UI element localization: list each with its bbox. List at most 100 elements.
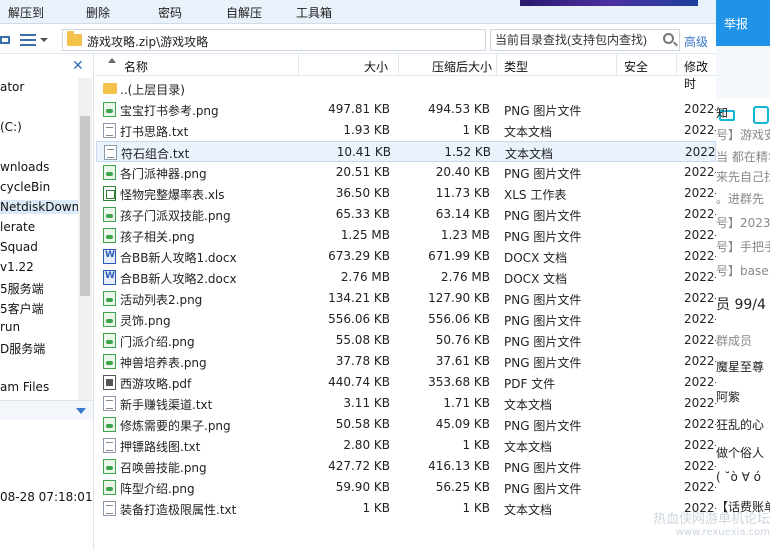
column-size[interactable]: 大小 — [364, 58, 388, 75]
file-size: 134.21 KB — [328, 291, 390, 305]
tree-item[interactable]: 5服务端 — [0, 280, 44, 297]
file-name: 召唤兽技能.png — [120, 461, 207, 475]
file-type: PNG 图片文件 — [504, 293, 582, 307]
file-row[interactable]: 打书思路.txt 1.93 KB 1 KB 文本文档 2022- — [96, 120, 716, 141]
column-type[interactable]: 类型 — [504, 58, 528, 75]
column-name[interactable]: 名称 — [124, 58, 148, 75]
tree-item[interactable]: cycleBin — [0, 180, 50, 194]
chevron-down-icon[interactable] — [76, 408, 86, 414]
file-compressed: 63.14 KB — [435, 207, 490, 221]
png-file-icon — [103, 291, 116, 306]
file-row[interactable]: 押镖路线图.txt 2.80 KB 1 KB 文本文档 2022- — [96, 435, 716, 456]
file-type: PNG 图片文件 — [504, 104, 582, 118]
report-button[interactable]: 举报 — [724, 15, 748, 32]
tree-item[interactable]: ator — [0, 80, 24, 94]
column-compressed-size[interactable]: 压缩后大小 — [432, 58, 492, 75]
file-row[interactable]: 宝宝打书参考.png 497.81 KB 494.53 KB PNG 图片文件 2022… — [96, 99, 716, 120]
file-name: 阵型介绍.png — [120, 482, 195, 496]
file-type: DOCX 文档 — [504, 251, 568, 265]
docx-file-icon — [103, 249, 116, 264]
tree-item[interactable]: am Files — [0, 380, 49, 394]
tree-item[interactable]: D服务端 — [0, 340, 45, 357]
tree-item[interactable]: run — [0, 320, 20, 334]
file-modified: 2022- — [685, 145, 716, 159]
file-type: PNG 图片文件 — [504, 230, 582, 244]
file-row[interactable]: 孩子相关.png 1.25 MB 1.23 MB PNG 图片文件 2022- — [96, 225, 716, 246]
file-row[interactable]: 符石组合.txt 10.41 KB 1.52 KB 文本文档 2022- — [96, 141, 716, 162]
file-size: 50.58 KB — [335, 417, 390, 431]
tree-item[interactable]: NetdiskDownl — [0, 200, 83, 214]
file-size: 65.33 KB — [335, 207, 390, 221]
file-row[interactable]: 神兽培养表.png 37.78 KB 37.61 KB PNG 图片文件 2022- — [96, 351, 716, 372]
file-type: PNG 图片文件 — [504, 356, 582, 370]
column-security[interactable]: 安全 — [624, 58, 648, 75]
tree-item[interactable]: v1.22 — [0, 260, 34, 274]
file-row[interactable]: 西游攻略.pdf 440.74 KB 353.68 KB PDF 文件 2022- — [96, 372, 716, 393]
file-type: XLS 工作表 — [504, 188, 567, 202]
pdf-file-icon — [103, 375, 116, 390]
view-icon[interactable] — [0, 32, 12, 46]
file-size: 427.72 KB — [328, 459, 390, 473]
file-name: 怪物完整爆率表.xls — [120, 188, 225, 202]
close-icon[interactable]: ✕ — [72, 58, 84, 74]
self-extract-button[interactable]: 自解压 — [226, 4, 262, 21]
list-view-icon[interactable] — [20, 34, 48, 46]
extract-to-button[interactable]: 解压到 — [8, 4, 44, 21]
file-type: 文本文档 — [504, 125, 553, 139]
chat-line: 号】base.a — [716, 264, 770, 278]
tree-item[interactable]: Squad — [0, 240, 38, 254]
file-modified: 2022- — [684, 102, 716, 116]
file-row[interactable]: 阵型介绍.png 59.90 KB 56.25 KB PNG 图片文件 2022- — [96, 477, 716, 498]
delete-button[interactable]: 删除 — [86, 4, 110, 21]
address-path: 游戏攻略.zip\游戏攻略 — [87, 35, 209, 49]
file-compressed: 2.76 MB — [440, 270, 490, 284]
search-box[interactable] — [490, 29, 680, 51]
file-list: 名称 大小 压缩后大小 类型 安全 修改时 ..(上层目录) 宝宝打书参考.pn… — [96, 54, 716, 550]
address-row: 游戏攻略.zip\游戏攻略 高级 — [0, 26, 716, 54]
file-compressed: 1 KB — [462, 501, 490, 515]
tree-item[interactable]: wnloads — [0, 160, 49, 174]
file-size: 440.74 KB — [328, 375, 390, 389]
file-row[interactable]: 合BB新人攻略2.docx 2.76 MB 2.76 MB DOCX 文档 2022- — [96, 267, 716, 288]
file-modified: 2022- — [684, 333, 716, 347]
search-icon[interactable] — [663, 33, 674, 44]
watermark: 热血侠网游单机论坛 www.rexuexia.com — [648, 508, 770, 538]
file-type: 文本文档 — [504, 398, 553, 412]
promo-banner — [520, 0, 698, 6]
txt-file-icon — [103, 501, 116, 516]
file-row[interactable]: 装备打造极限属性.txt 1 KB 1 KB 文本文档 2022- — [96, 498, 716, 519]
file-name: 孩子门派双技能.png — [120, 209, 231, 223]
tree-item[interactable]: (C:) — [0, 120, 22, 134]
file-row[interactable]: 怪物完整爆率表.xls 36.50 KB 11.73 KB XLS 工作表 2022- — [96, 183, 716, 204]
file-row[interactable]: 修炼需要的果子.png 50.58 KB 45.09 KB PNG 图片文件 2022- — [96, 414, 716, 435]
file-row[interactable]: 活动列表2.png 134.21 KB 127.90 KB PNG 图片文件 2022- — [96, 288, 716, 309]
png-file-icon — [103, 102, 116, 117]
parent-folder-row[interactable]: ..(上层目录) — [96, 78, 716, 99]
file-row[interactable]: 灵饰.png 556.06 KB 556.06 KB PNG 图片文件 2022- — [96, 309, 716, 330]
file-name: 宝宝打书参考.png — [120, 104, 219, 118]
file-row[interactable]: 召唤兽技能.png 427.72 KB 416.13 KB PNG 图片文件 2022- — [96, 456, 716, 477]
file-name: 合BB新人攻略1.docx — [120, 251, 237, 265]
file-row[interactable]: 新手赚钱渠道.txt 3.11 KB 1.71 KB 文本文档 2022- — [96, 393, 716, 414]
tree-item[interactable]: 5客户端 — [0, 300, 44, 317]
file-compressed: 50.76 KB — [435, 333, 490, 347]
toolbox-button[interactable]: 工具箱 — [296, 4, 332, 21]
file-compressed: 556.06 KB — [428, 312, 490, 326]
address-bar[interactable]: 游戏攻略.zip\游戏攻略 — [62, 29, 486, 51]
folder-icon — [103, 83, 117, 94]
png-file-icon — [103, 333, 116, 348]
advanced-search-link[interactable]: 高级 — [684, 33, 708, 50]
tree-scrollbar[interactable] — [78, 78, 92, 418]
file-row[interactable]: 门派介绍.png 55.08 KB 50.76 KB PNG 图片文件 2022- — [96, 330, 716, 351]
search-input[interactable] — [495, 32, 655, 48]
file-row[interactable]: 孩子门派双技能.png 65.33 KB 63.14 KB PNG 图片文件 2022- — [96, 204, 716, 225]
file-type: PNG 图片文件 — [504, 167, 582, 181]
file-size: 36.50 KB — [335, 186, 390, 200]
file-size: 2.80 KB — [343, 438, 390, 452]
tree-item[interactable]: lerate — [0, 220, 35, 234]
phone-icon[interactable] — [753, 106, 769, 124]
file-row[interactable]: 各门派神器.png 20.51 KB 20.40 KB PNG 图片文件 2022- — [96, 162, 716, 183]
file-compressed: 20.40 KB — [435, 165, 490, 179]
password-button[interactable]: 密码 — [158, 4, 182, 21]
file-row[interactable]: 合BB新人攻略1.docx 673.29 KB 671.99 KB DOCX 文档 20… — [96, 246, 716, 267]
